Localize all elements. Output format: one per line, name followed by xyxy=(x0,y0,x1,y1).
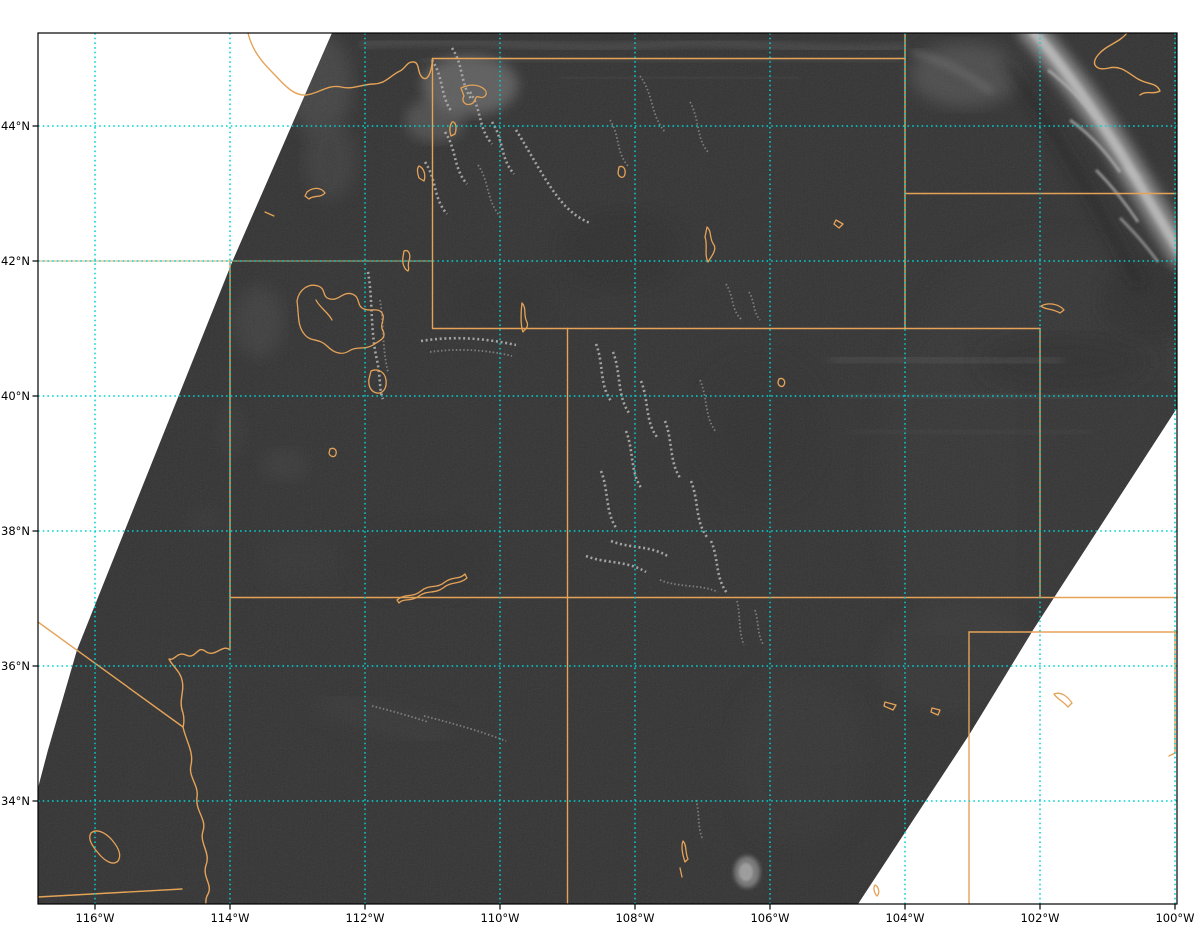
x-tick-label: 108°W xyxy=(615,911,654,925)
y-tick-label: 40°N xyxy=(1,389,30,403)
x-tick-label: 102°W xyxy=(1020,911,1059,925)
x-axis-labels: 116°W 114°W 112°W 110°W 108°W 106°W 104°… xyxy=(75,911,1194,925)
x-tick-label: 112°W xyxy=(345,911,384,925)
x-tick-label: 106°W xyxy=(750,911,789,925)
y-tick-label: 36°N xyxy=(1,659,30,673)
satellite-map-image: 116°W 114°W 112°W 110°W 108°W 106°W 104°… xyxy=(0,0,1200,929)
y-tick-label: 44°N xyxy=(1,119,30,133)
y-tick-label: 38°N xyxy=(1,524,30,538)
x-tick-label: 104°W xyxy=(885,911,924,925)
x-tick-label: 100°W xyxy=(1155,911,1194,925)
x-tick-label: 110°W xyxy=(480,911,519,925)
satellite-map-page: GOES-18 Channel 2 (visible) Reflectance … xyxy=(0,0,1200,929)
x-tick-label: 114°W xyxy=(210,911,249,925)
x-tick-label: 116°W xyxy=(75,911,114,925)
y-tick-label: 42°N xyxy=(1,254,30,268)
y-tick-label: 34°N xyxy=(1,794,30,808)
